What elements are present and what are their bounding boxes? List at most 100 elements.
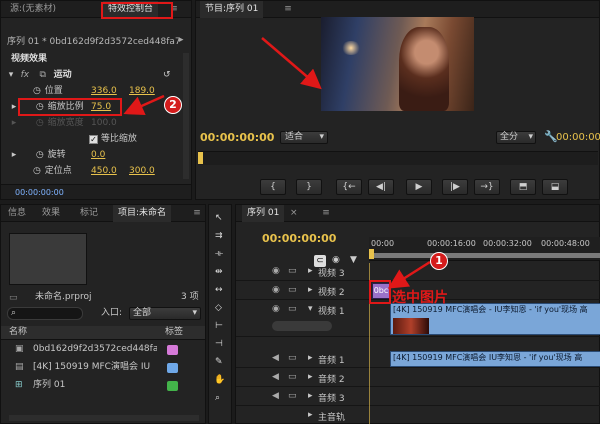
- uniform-scale-checkbox[interactable]: ✓: [89, 135, 98, 144]
- track-select-tool-icon[interactable]: ⇉: [215, 231, 223, 241]
- expand-right-icon[interactable]: ▸: [308, 391, 313, 401]
- quality-dropdown[interactable]: 全分 ▾: [496, 131, 536, 144]
- selection-tool-icon[interactable]: ↖: [215, 213, 223, 223]
- step-back-button[interactable]: ◀|: [368, 179, 394, 195]
- expand-down-icon[interactable]: ▾: [7, 68, 15, 83]
- anchor-y-value[interactable]: 300.0: [129, 164, 155, 179]
- effect-timecode[interactable]: 00:00:00:00: [15, 185, 64, 200]
- expand-right-icon[interactable]: ▸: [308, 410, 313, 420]
- lock-icon[interactable]: ▭: [288, 304, 297, 314]
- panel-menu-icon[interactable]: ≡: [282, 4, 294, 14]
- motion-row[interactable]: ▾ fx ⧉ 运动 ↺: [7, 68, 187, 83]
- lift-button[interactable]: ⬒: [510, 179, 536, 195]
- tab-project[interactable]: 项目:未命名: [113, 205, 172, 222]
- stopwatch-icon[interactable]: ◷: [35, 148, 45, 163]
- tab-program[interactable]: 节目:序列 01: [200, 1, 264, 18]
- expand-right-icon[interactable]: ▸: [308, 266, 313, 276]
- stopwatch-icon[interactable]: ◷: [32, 164, 42, 179]
- expand-right-icon[interactable]: ▸: [7, 148, 21, 163]
- program-time-ruler[interactable]: [198, 151, 598, 165]
- tab-markers[interactable]: 标记: [75, 205, 103, 222]
- entry-dropdown[interactable]: 全部 ▾: [129, 307, 201, 320]
- video-clip[interactable]: [4K] 150919 MFC演唱会 - IU李知恩 - 'if you'现场 …: [390, 303, 600, 335]
- uniform-scale-row[interactable]: ✓ 等比缩放: [89, 132, 137, 147]
- close-icon[interactable]: ×: [290, 208, 298, 218]
- playhead-marker[interactable]: [198, 152, 203, 164]
- uniform-scale-label: 等比缩放: [100, 134, 137, 144]
- work-area-bar[interactable]: [369, 253, 600, 258]
- go-to-out-button[interactable]: →}: [474, 179, 500, 195]
- panel-menu-icon[interactable]: ≡: [320, 208, 332, 218]
- go-to-in-button[interactable]: {←: [336, 179, 362, 195]
- mark-in-button[interactable]: {: [260, 179, 286, 195]
- speaker-icon[interactable]: ◀: [272, 391, 279, 401]
- hand-tool-icon[interactable]: ✋: [214, 375, 225, 385]
- slip-tool-icon[interactable]: ⊢: [215, 321, 223, 331]
- rate-stretch-tool-icon[interactable]: ↔: [215, 285, 223, 295]
- slide-tool-icon[interactable]: ⊣: [215, 339, 223, 349]
- list-item[interactable]: ▣ 0bd162d9f2d3572ced448fa: [1, 342, 205, 357]
- rotation-value[interactable]: 0.0: [91, 148, 105, 163]
- expand-right-icon[interactable]: ▸: [308, 285, 313, 295]
- effect-controls-panel: 源:(无素材) 特效控制台 ≡ 序列 01 * 0bd162d9f2d3572c…: [0, 0, 192, 200]
- pen-tool-icon[interactable]: ✎: [215, 357, 223, 367]
- program-duration: 00:00:00:00: [556, 132, 600, 143]
- audio-clip[interactable]: [4K] 150919 MFC演唱会 IU李知恩 - 'if you'现场 高: [390, 351, 600, 367]
- anchor-x-value[interactable]: 450.0: [91, 164, 117, 179]
- track-audio-2: ◀ ▭ ▸ 音频 2: [236, 369, 600, 387]
- position-x-value[interactable]: 336.0: [91, 84, 117, 99]
- ripple-edit-tool-icon[interactable]: ⟛: [215, 249, 223, 259]
- reset-icon[interactable]: ↺: [163, 68, 171, 83]
- label-color-swatch: [167, 363, 178, 373]
- collapse-arrow-icon[interactable]: ▸: [179, 35, 184, 45]
- search-input[interactable]: ⌕: [7, 307, 83, 320]
- lock-icon[interactable]: ▭: [288, 285, 297, 295]
- speaker-icon[interactable]: ◀: [272, 372, 279, 382]
- tab-source[interactable]: 源:(无素材): [5, 1, 61, 18]
- timeline-ruler[interactable]: 00:00 00:00:16:00 00:00:32:00 00:00:48:0…: [369, 237, 600, 261]
- razor-tool-icon[interactable]: ◇: [215, 303, 222, 313]
- zoom-tool-icon[interactable]: ⌕: [215, 393, 220, 403]
- program-timecode[interactable]: 00:00:00:00: [200, 130, 274, 145]
- mark-out-button[interactable]: }: [296, 179, 322, 195]
- playhead-marker[interactable]: [369, 249, 374, 259]
- project-panel: 信息 效果 标记 项目:未命名 ≡ ▭ 未命名.prproj 3 项 ⌕ 入口:…: [0, 204, 206, 424]
- play-button[interactable]: ▶: [406, 179, 432, 195]
- panel-menu-icon[interactable]: ≡: [191, 208, 203, 218]
- eye-icon[interactable]: ◉: [272, 266, 280, 276]
- stopwatch-icon[interactable]: ◷: [32, 84, 42, 99]
- rolling-edit-tool-icon[interactable]: ⇹: [215, 267, 223, 277]
- keyframe-controls[interactable]: [272, 321, 332, 331]
- video-icon: ▤: [15, 362, 24, 372]
- list-item[interactable]: ⊞ 序列 01: [1, 378, 205, 393]
- lock-icon[interactable]: ▭: [288, 391, 297, 401]
- col-label-header[interactable]: 标签: [165, 325, 183, 340]
- tab-info[interactable]: 信息: [3, 205, 31, 222]
- expand-right-icon[interactable]: ▸: [308, 372, 313, 382]
- fit-dropdown[interactable]: 适合 ▾: [280, 131, 328, 144]
- eye-icon[interactable]: ◉: [272, 285, 280, 295]
- lock-icon[interactable]: ▭: [288, 372, 297, 382]
- anchor-label: 定位点: [44, 166, 72, 176]
- motion-transform-icon[interactable]: ⧉: [35, 68, 51, 83]
- timeline-timecode[interactable]: 00:00:00:00: [262, 231, 336, 246]
- list-item[interactable]: ▤ [4K] 150919 MFC演唱会 IU: [1, 360, 205, 375]
- annotation-circle-2: 2: [164, 96, 182, 114]
- effect-scrollbar[interactable]: [183, 53, 189, 179]
- lock-icon[interactable]: ▭: [288, 353, 297, 363]
- project-scrollbar[interactable]: [9, 415, 199, 421]
- eye-icon[interactable]: ◉: [272, 304, 280, 314]
- lock-icon[interactable]: ▭: [288, 266, 297, 276]
- entry-dropdown-value: 全部: [133, 308, 152, 318]
- extract-button[interactable]: ⬓: [542, 179, 568, 195]
- expand-down-icon[interactable]: ▾: [308, 304, 313, 314]
- position-y-value[interactable]: 189.0: [129, 84, 155, 99]
- tab-sequence[interactable]: 序列 01: [242, 205, 285, 222]
- track-audio-1: ◀ ▭ ▸ 音频 1 [4K] 150919 MFC演唱会 IU李知恩 - 'i…: [236, 350, 600, 368]
- expand-right-icon[interactable]: ▸: [308, 353, 313, 363]
- tab-effects[interactable]: 效果: [37, 205, 65, 222]
- program-viewer[interactable]: [321, 17, 474, 111]
- speaker-icon[interactable]: ◀: [272, 353, 279, 363]
- col-name-header[interactable]: 名称: [9, 325, 27, 340]
- step-forward-button[interactable]: |▶: [442, 179, 468, 195]
